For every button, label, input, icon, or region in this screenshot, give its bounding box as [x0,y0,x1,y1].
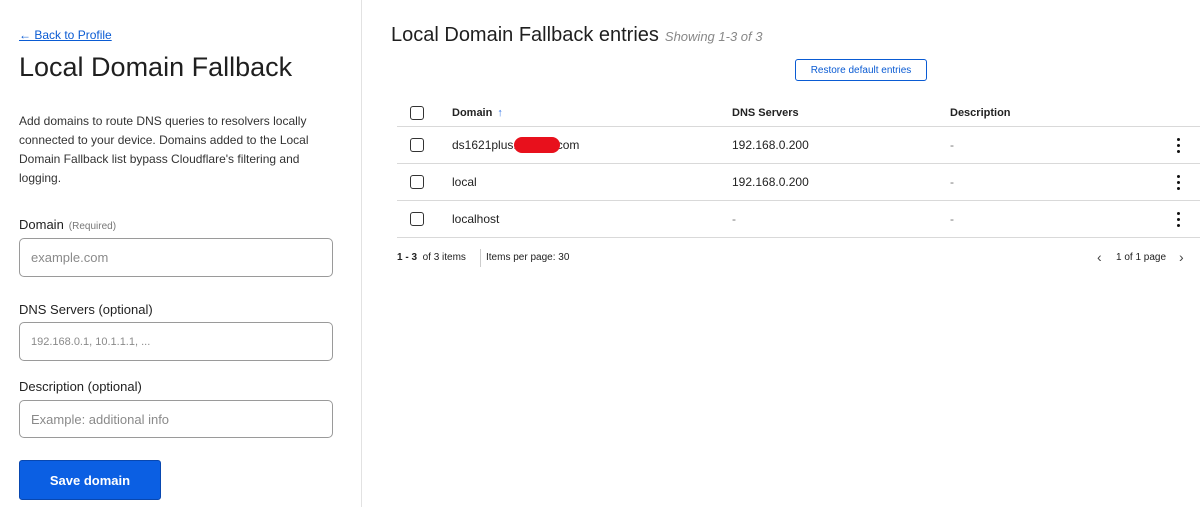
dns-servers-label: DNS Servers (optional) [19,302,153,317]
domain-label: Domain (Required) [19,217,116,232]
description-label: Description (optional) [19,379,142,394]
form-panel: ← Back to Profile Local Domain Fallback … [0,0,362,507]
required-hint: (Required) [68,221,117,232]
row-menu-cell [1172,164,1184,200]
items-per-page-selector[interactable]: Items per page: 30 [486,252,569,263]
table-row: local 192.168.0.200 - [397,164,1200,201]
description-cell: - [950,175,954,189]
domain-suffix: com [556,138,580,152]
domain-prefix: ds1621plus. [452,138,517,152]
dns-cell: 192.168.0.200 [732,175,809,189]
more-options-icon[interactable] [1176,137,1180,153]
item-count: 1 - 3 of 3 items [397,252,466,263]
dns-column-header: DNS Servers [732,107,799,119]
item-total: of 3 items [422,252,466,263]
page-info: 1 of 1 page [1116,252,1167,263]
row-checkbox[interactable] [410,212,424,226]
entries-title-text: Local Domain Fallback entries [391,24,659,46]
domain-header-label: Domain [452,107,493,119]
row-checkbox[interactable] [410,138,424,152]
restore-default-entries-button[interactable]: Restore default entries [795,59,927,81]
row-checkbox[interactable] [410,175,424,189]
domain-cell: localhost [452,212,500,226]
dns-cell: - [732,212,736,226]
chevron-left-icon[interactable]: ‹ [1097,249,1102,265]
more-options-icon[interactable] [1176,174,1180,190]
row-checkbox-cell [410,127,424,163]
domain-input[interactable] [19,238,333,277]
entries-table: Domain ↑ DNS Servers Description ds1621pl… [397,100,1200,238]
showing-count: Showing 1-3 of 3 [664,29,763,44]
save-domain-button[interactable]: Save domain [19,460,161,500]
domain-column-header[interactable]: Domain ↑ [452,100,503,126]
description-cell: - [950,212,954,226]
domain-cell: local [452,175,477,189]
page-description: Add domains to route DNS queries to reso… [19,114,309,185]
description-column-header: Description [950,107,1011,119]
page-title: Local Domain Fallback [19,52,293,82]
chevron-right-icon[interactable]: › [1179,249,1184,265]
table-row: ds1621plus. com 192.168.0.200 - [397,127,1200,164]
description-cell: - [950,138,954,152]
select-all-cell [410,100,424,126]
back-to-profile-link[interactable]: ← Back to Profile [19,28,112,42]
redaction-mark [513,137,560,153]
item-range: 1 - 3 [397,252,418,263]
page: ← Back to Profile Local Domain Fallback … [0,0,1200,507]
more-options-icon[interactable] [1176,211,1180,227]
select-all-checkbox[interactable] [410,106,424,120]
dns-cell: 192.168.0.200 [732,138,809,152]
pager-divider [480,249,481,267]
table-row: localhost - - [397,201,1200,238]
pagination: 1 - 3 of 3 items Items per page: 30 ‹ 1 … [397,249,1190,267]
row-menu-cell [1172,201,1184,237]
row-menu-cell [1172,127,1184,163]
sort-ascending-icon: ↑ [497,107,503,119]
domain-label-text: Domain [19,217,64,232]
table-header-row: Domain ↑ DNS Servers Description [397,100,1200,127]
row-checkbox-cell [410,164,424,200]
entries-title: Local Domain Fallback entries Showing 1-3… [391,24,762,47]
dns-servers-input[interactable] [19,322,333,361]
description-input[interactable] [19,400,333,438]
domain-cell: ds1621plus. com [452,127,579,163]
row-checkbox-cell [410,201,424,237]
